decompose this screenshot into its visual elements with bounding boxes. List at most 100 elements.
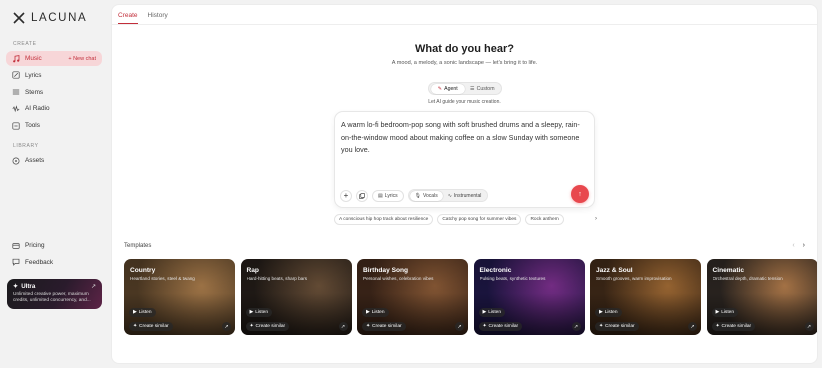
prompt-box[interactable]: A warm lo-fi bedroom-pop song with soft …	[334, 111, 595, 208]
sidebar: LACUNA CREATE Music + New chat Lyrics St…	[0, 0, 108, 368]
sidebar-item-label: Lyrics	[25, 71, 42, 79]
listen-button[interactable]: ▶ Listen	[478, 308, 506, 317]
create-similar-label: Create similar	[139, 324, 169, 329]
template-card[interactable]: Jazz & Soul Smooth grooves, warm improvis…	[590, 259, 701, 335]
agent-icon: ✎	[437, 85, 443, 92]
create-similar-label: Create similar	[372, 324, 402, 329]
vocals-button[interactable]: 🎙 Vocals	[409, 190, 443, 201]
listen-button[interactable]: ▶ Listen	[245, 308, 273, 317]
listen-button[interactable]: ▶ Listen	[711, 308, 739, 317]
sidebar-item-ai-radio[interactable]: AI Radio	[6, 101, 102, 116]
mode-agent-button[interactable]: ✎ Agent	[430, 83, 465, 94]
create-similar-label: Create similar	[488, 324, 519, 329]
create-similar-button[interactable]: ✦ Create similar	[595, 322, 639, 331]
assets-icon	[12, 157, 20, 165]
sparkle-icon: ✦	[599, 324, 604, 329]
listen-button[interactable]: ▶ Listen	[362, 308, 389, 317]
open-template-button[interactable]: ↗	[455, 322, 464, 331]
listen-button[interactable]: ▶ Listen	[595, 308, 622, 317]
template-card[interactable]: Cinematic Orchestral depth, dramatic tens…	[706, 259, 817, 335]
prompt-input[interactable]: A warm lo-fi bedroom-pop song with soft …	[341, 119, 589, 157]
send-button[interactable]: ↑	[571, 185, 589, 203]
suggestion-chip[interactable]: Rock anthem	[525, 214, 564, 225]
create-similar-label: Create similar	[605, 324, 635, 329]
create-similar-button[interactable]: ✦ Create similar	[129, 322, 173, 331]
page-subtitle: A mood, a melody, a sonic landscape — le…	[391, 60, 538, 66]
sparkle-icon: ✦	[366, 324, 371, 329]
mode-agent-label: Agent	[444, 85, 458, 92]
mode-custom-button[interactable]: ☰ Custom	[465, 84, 500, 94]
suggestion-chip[interactable]: Catchy pop song for summer vibes	[437, 214, 522, 225]
open-template-button[interactable]: ↗	[338, 322, 348, 331]
sidebar-item-lyrics[interactable]: Lyrics	[6, 68, 102, 83]
mode-hint: Let AI guide your music creation.	[428, 99, 501, 105]
template-card[interactable]: Electronic Pulsing beats, synthetic textu…	[473, 259, 585, 335]
template-card[interactable]: Rap Hard-hitting beats, sharp bars ▶ Listen…	[240, 259, 352, 335]
sidebar-item-label: Feedback	[25, 258, 54, 266]
mode-custom-label: Custom	[476, 85, 495, 92]
suggestion-chips: A conscious hip hop track about resilien…	[334, 214, 602, 225]
open-template-button[interactable]: ↗	[571, 322, 581, 331]
sidebar-item-assets[interactable]: Assets	[6, 153, 102, 168]
chevron-right-icon[interactable]: ›	[803, 242, 805, 249]
listen-label: Listen	[138, 310, 152, 315]
template-card-title: Birthday Song	[363, 267, 409, 274]
listen-label: Listen	[488, 310, 502, 315]
instrumental-button[interactable]: ∿ Instrumental	[443, 191, 487, 201]
listen-label: Listen	[371, 310, 385, 315]
create-similar-button[interactable]: ✦ Create similar	[245, 322, 290, 331]
template-card-description: Heartland stories, steel & twang	[130, 276, 195, 281]
play-icon: ▶	[366, 310, 370, 315]
sidebar-item-label: AI Radio	[25, 105, 50, 113]
ultra-title: ✦ Ultra	[13, 283, 96, 290]
ultra-upgrade-card[interactable]: ✦ Ultra Unlimited creative power, maximu…	[7, 279, 102, 309]
play-icon: ▶	[133, 310, 137, 315]
chevron-left-icon[interactable]: ‹	[792, 242, 794, 249]
arrow-up-right-icon: ↗	[90, 284, 96, 290]
copy-button[interactable]	[356, 189, 368, 202]
listen-label: Listen	[255, 310, 269, 315]
sidebar-item-music[interactable]: Music + New chat	[6, 51, 102, 66]
sidebar-item-feedback[interactable]: Feedback	[6, 255, 102, 270]
tab-bar: Create History	[112, 5, 817, 25]
brand-logo[interactable]: LACUNA	[12, 10, 102, 26]
sidebar-item-label: Tools	[25, 122, 40, 130]
ultra-description: Unlimited creative power, maximum credit…	[13, 292, 91, 303]
instrumental-label: Instrumental	[453, 192, 482, 199]
open-template-button[interactable]: ↗	[804, 322, 814, 331]
open-template-button[interactable]: ↗	[222, 322, 231, 331]
add-button[interactable]: +	[340, 189, 352, 202]
sidebar-item-label: Pricing	[25, 242, 45, 249]
sidebar-item-label: Music	[25, 55, 42, 62]
sidebar-item-tools[interactable]: Tools	[6, 118, 102, 133]
music-note-icon	[12, 54, 20, 63]
tab-create[interactable]: Create	[118, 12, 138, 24]
sidebar-item-pricing[interactable]: Pricing	[6, 238, 102, 253]
sidebar-item-stems[interactable]: Stems	[6, 85, 102, 100]
sparkle-icon: ✦	[133, 324, 138, 329]
sparkle-icon: ✦	[249, 324, 254, 329]
template-card-title: Rap	[246, 267, 259, 274]
create-similar-button[interactable]: ✦ Create similar	[362, 322, 406, 331]
chevron-right-icon[interactable]: ›	[595, 216, 597, 222]
create-similar-button[interactable]: ✦ Create similar	[711, 322, 756, 331]
sidebar-bottom-nav: Pricing Feedback	[6, 238, 102, 272]
open-template-button[interactable]: ↗	[688, 322, 697, 331]
new-chat-button[interactable]: + New chat	[68, 56, 96, 62]
listen-button[interactable]: ▶ Listen	[129, 308, 156, 317]
create-similar-label: Create similar	[255, 324, 286, 329]
lyrics-icon	[12, 71, 20, 79]
template-card[interactable]: Country Heartland stories, steel & twang ▶…	[124, 259, 235, 335]
prompt-toolbar: + ▤ Lyrics 🎙 Vocals ∿ Instrumental ↑	[340, 185, 589, 203]
tools-icon	[12, 122, 20, 130]
main-panel: Create History What do you hear? A mood,…	[111, 4, 818, 364]
template-card[interactable]: Birthday Song Personal wishes, celebratio…	[357, 259, 468, 335]
suggestion-chip[interactable]: A conscious hip hop track about resilien…	[334, 214, 434, 225]
brand-name: LACUNA	[31, 12, 88, 24]
lyrics-button[interactable]: ▤ Lyrics	[372, 189, 404, 202]
template-card-description: Smooth grooves, warm improvisation	[596, 276, 672, 281]
sparkle-icon: ✦	[715, 324, 720, 329]
template-card-title: Jazz & Soul	[596, 267, 633, 274]
create-similar-button[interactable]: ✦ Create similar	[478, 322, 523, 331]
tab-history[interactable]: History	[148, 12, 168, 24]
